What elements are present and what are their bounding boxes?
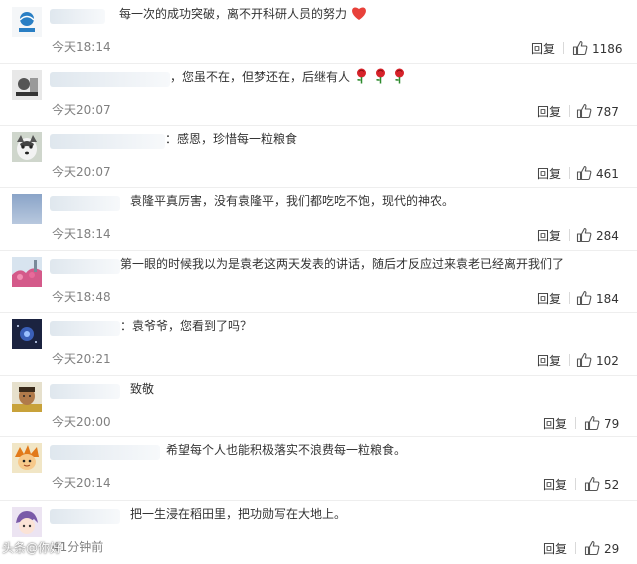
username-blurred[interactable] <box>50 259 120 274</box>
like-count: 102 <box>596 354 619 368</box>
avatar-dark-icon <box>12 319 42 349</box>
comment-text: 把一生浸在稻田里，把功勋写在大地上。 <box>130 507 347 521</box>
reply-button[interactable]: 回复 <box>543 476 567 493</box>
divider <box>569 354 570 366</box>
avatar-logo-icon <box>12 7 42 37</box>
watermark: 头条@你好 <box>2 541 63 555</box>
thumbs-up-icon <box>576 227 592 243</box>
thumbs-up-icon <box>572 40 588 56</box>
divider <box>569 292 570 304</box>
comment-item: 希望每个人也能积极落实不浪费每一粒粮食。 今天20:14 回复 52 <box>0 436 637 500</box>
avatar-flower-icon <box>12 257 42 287</box>
avatar[interactable] <box>12 507 42 537</box>
comment-list: 每一次的成功突破，离不开科研人员的努力 今天18:14 回复 1186 ，您虽不… <box>0 0 637 560</box>
avatar[interactable] <box>12 257 42 287</box>
heart-icon <box>351 6 367 26</box>
comment-item: 第一眼的时候我以为是袁老这两天发表的讲话，随后才反应过来袁老已经离开我们了 今天… <box>0 250 637 314</box>
avatar-cartoon-icon <box>12 443 42 473</box>
username-blurred[interactable] <box>50 384 120 399</box>
username-blurred[interactable] <box>50 134 165 149</box>
comment-time: 今天20:14 <box>52 476 111 490</box>
thumbs-up-icon <box>576 165 592 181</box>
avatar[interactable] <box>12 319 42 349</box>
comment-time: 今天20:07 <box>52 103 111 117</box>
thumbs-up-icon <box>584 540 600 556</box>
reply-button[interactable]: 回复 <box>537 227 561 244</box>
rose-icon <box>373 68 388 89</box>
divider <box>575 478 576 490</box>
avatar[interactable] <box>12 132 42 162</box>
comment-text: ：感恩，珍惜每一粒粮食 <box>165 132 298 146</box>
avatar-image-icon <box>12 70 42 100</box>
reply-button[interactable]: 回复 <box>537 165 561 182</box>
like-count: 29 <box>604 542 620 556</box>
divider <box>569 167 570 179</box>
comment-text: 每一次的成功突破，离不开科研人员的努力 <box>119 5 367 26</box>
comment-text: 致敬 <box>130 382 155 396</box>
divider <box>563 42 564 54</box>
reply-button[interactable]: 回复 <box>537 290 561 307</box>
comment-item: 致敬 今天20:00 回复 79 <box>0 375 637 439</box>
like-count: 284 <box>596 229 619 243</box>
comment-item: 每一次的成功突破，离不开科研人员的努力 今天18:14 回复 1186 <box>0 2 637 64</box>
reply-button[interactable]: 回复 <box>531 40 555 57</box>
reply-button[interactable]: 回复 <box>537 352 561 369</box>
thumbs-up-icon <box>576 103 592 119</box>
comment-time: 今天20:21 <box>52 352 111 366</box>
comment-item: ，您虽不在，但梦还在，后继有人 今天20:07 回复 787 <box>0 63 637 127</box>
like-count: 52 <box>604 478 620 492</box>
divider <box>575 542 576 554</box>
divider <box>569 229 570 241</box>
reply-button[interactable]: 回复 <box>543 415 567 432</box>
rose-icon <box>392 68 407 89</box>
username-blurred[interactable] <box>50 445 160 460</box>
reply-button[interactable]: 回复 <box>543 540 567 557</box>
comment-text: 袁隆平真厉害，没有袁隆平，我们都吃吃不饱，现代的神农。 <box>130 194 455 208</box>
username-blurred[interactable] <box>50 321 120 336</box>
comment-item: 把一生浸在稻田里，把功勋写在大地上。 41分钟前 回复 29 <box>0 500 637 564</box>
comment-time: 今天18:14 <box>52 40 111 54</box>
avatar-anime-icon <box>12 507 42 537</box>
avatar[interactable] <box>12 194 42 224</box>
avatar[interactable] <box>12 382 42 412</box>
thumbs-up-icon <box>584 415 600 431</box>
avatar[interactable] <box>12 443 42 473</box>
comment-text: 第一眼的时候我以为是袁老这两天发表的讲话，随后才反应过来袁老已经离开我们了 <box>120 257 565 271</box>
username-blurred[interactable] <box>50 509 120 524</box>
comment-item: ：感恩，珍惜每一粒粮食 今天20:07 回复 461 <box>0 125 637 189</box>
like-count: 787 <box>596 105 619 119</box>
comment-text: ：袁爷爷，您看到了吗？ <box>120 319 253 333</box>
rose-icon <box>354 68 369 89</box>
divider <box>575 417 576 429</box>
comment-time: 今天18:14 <box>52 227 111 241</box>
thumbs-up-icon <box>584 476 600 492</box>
comment-text: ，您虽不在，但梦还在，后继有人 <box>170 68 407 89</box>
thumbs-up-icon <box>576 352 592 368</box>
thumbs-up-icon <box>576 290 592 306</box>
username-blurred[interactable] <box>50 9 105 24</box>
username-blurred[interactable] <box>50 72 170 87</box>
comment-time: 今天18:48 <box>52 290 111 304</box>
avatar[interactable] <box>12 70 42 100</box>
avatar-person-icon <box>12 382 42 412</box>
like-count: 79 <box>604 417 620 431</box>
avatar[interactable] <box>12 7 42 37</box>
comment-time: 今天20:00 <box>52 415 111 429</box>
comment-item: ：袁爷爷，您看到了吗？ 今天20:21 回复 102 <box>0 312 637 376</box>
like-count: 184 <box>596 292 619 306</box>
like-count: 1186 <box>592 42 623 56</box>
comment-item: 袁隆平真厉害，没有袁隆平，我们都吃吃不饱，现代的神农。 今天18:14 回复 2… <box>0 187 637 251</box>
like-count: 461 <box>596 167 619 181</box>
username-blurred[interactable] <box>50 196 120 211</box>
avatar-sky-icon <box>12 194 42 224</box>
comment-text: 希望每个人也能积极落实不浪费每一粒粮食。 <box>166 443 407 457</box>
comment-time: 今天20:07 <box>52 165 111 179</box>
divider <box>569 105 570 117</box>
avatar-dog-icon <box>12 132 42 162</box>
reply-button[interactable]: 回复 <box>537 103 561 120</box>
